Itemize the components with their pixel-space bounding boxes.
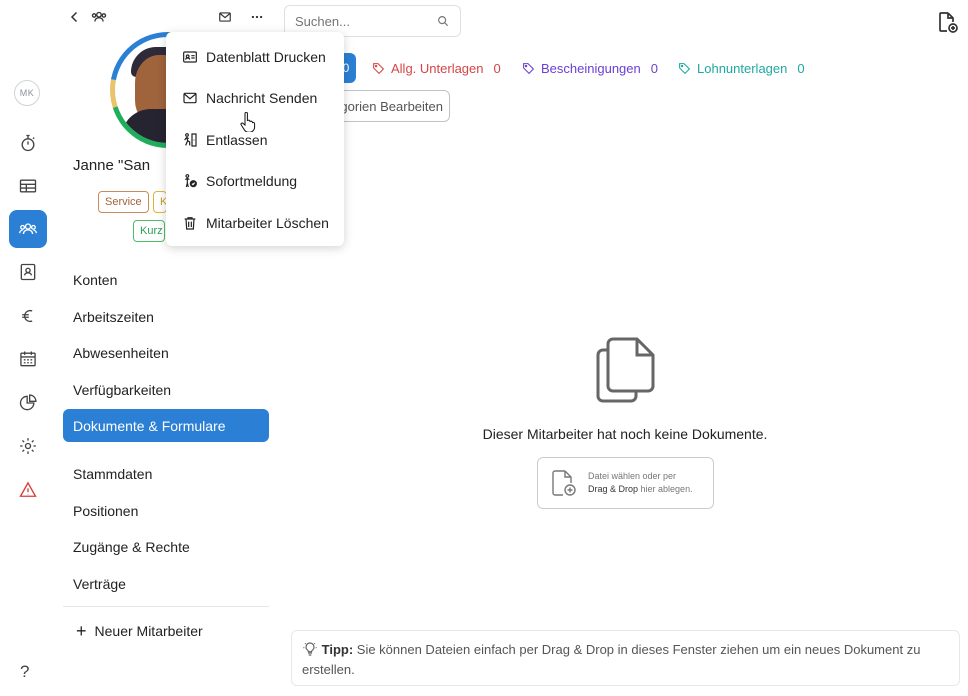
- mail-icon: [183, 92, 197, 104]
- users-icon: [19, 223, 37, 235]
- help-button[interactable]: ?: [20, 662, 29, 682]
- tag-icon: [523, 63, 535, 75]
- nav-dokumente[interactable]: Dokumente & Formulare: [63, 409, 269, 442]
- category-count: 0: [493, 61, 501, 76]
- mail-icon: [219, 12, 231, 22]
- dropzone-rest: hier ablegen.: [638, 484, 693, 494]
- exit-person-icon: [184, 132, 197, 147]
- time-tracking-nav-button[interactable]: [9, 124, 47, 162]
- nav-zugaenge[interactable]: Zugänge & Rechte: [63, 530, 269, 563]
- new-document-button[interactable]: [935, 10, 959, 34]
- category-count: 0: [797, 61, 805, 76]
- search-icon: [438, 16, 449, 27]
- tip-text: Sie können Dateien einfach per Drag & Dr…: [302, 642, 921, 677]
- category-label: Allg. Unterlagen: [391, 61, 484, 76]
- nav-abwesenheiten[interactable]: Abwesenheiten: [63, 336, 269, 369]
- nav-konten[interactable]: Konten: [63, 263, 269, 296]
- tip-label: Tipp:: [321, 642, 354, 657]
- menu-item-label: Nachricht Senden: [206, 90, 318, 107]
- category-label: Lohnunterlagen: [697, 61, 788, 76]
- file-add-icon: [552, 470, 576, 496]
- user-avatar[interactable]: MK: [14, 80, 40, 106]
- contacts-nav-button[interactable]: [9, 253, 47, 291]
- edit-categories-button[interactable]: gorien Bearbeiten: [330, 90, 450, 122]
- trash-icon: [184, 216, 196, 230]
- dropzone-line-1: Datei wählen oder per: [588, 470, 677, 481]
- empty-state-message: Dieser Mitarbeiter hat noch keine Dokume…: [482, 426, 768, 442]
- reports-nav-button[interactable]: [9, 384, 47, 422]
- tag-service: Service: [98, 191, 149, 213]
- euro-icon: [22, 309, 33, 323]
- dropzone-bold: Drag & Drop: [588, 484, 639, 494]
- file-dropzone[interactable]: Datei wählen oder per Drag & Drop hier a…: [537, 457, 714, 509]
- nav-verfuegbarkeiten[interactable]: Verfügbarkeiten: [63, 373, 269, 406]
- nav-stammdaten[interactable]: Stammdaten: [63, 457, 269, 490]
- category-allg-unterlagen[interactable]: Allg. Unterlagen 0: [372, 61, 501, 76]
- menu-item-label: Mitarbeiter Löschen: [206, 214, 329, 231]
- nav-positionen[interactable]: Positionen: [63, 494, 269, 527]
- documents-icon: [596, 337, 655, 403]
- alerts-nav-button[interactable]: [9, 471, 47, 509]
- more-options-button[interactable]: [248, 8, 266, 26]
- contact-card-icon: [20, 263, 36, 281]
- menu-item-label: Sofortmeldung: [206, 173, 298, 190]
- gear-icon: [20, 438, 36, 454]
- dropzone-line-2: Drag & Drop hier ablegen.: [588, 483, 693, 496]
- tag-icon: [373, 63, 385, 75]
- mail-button[interactable]: [216, 8, 234, 26]
- tag-contract: Kurz: [133, 220, 165, 242]
- category-label: Bescheinigungen: [541, 61, 641, 76]
- more-horizontal-icon: [251, 15, 263, 19]
- category-count: 0: [650, 61, 658, 76]
- search-input[interactable]: [295, 13, 425, 29]
- finance-nav-button[interactable]: [9, 297, 47, 335]
- calendar-icon: [20, 351, 36, 367]
- users-icon: [91, 11, 107, 22]
- stopwatch-icon: [21, 134, 35, 152]
- calendar-nav-button[interactable]: [9, 340, 47, 378]
- menu-item-delete-employee[interactable]: Mitarbeiter Löschen: [166, 202, 344, 244]
- new-employee-button[interactable]: + Neuer Mitarbeiter: [76, 622, 203, 640]
- id-card-icon: [183, 51, 197, 63]
- main-sidebar: MK ?: [0, 0, 56, 696]
- tag-icon: [679, 63, 691, 75]
- menu-item-immediate-report[interactable]: Sofortmeldung: [166, 161, 344, 203]
- file-plus-icon: [939, 12, 958, 33]
- category-bescheinigungen[interactable]: Bescheinigungen 0: [522, 61, 658, 76]
- lightbulb-icon: [303, 642, 317, 656]
- chevron-left-icon: [70, 11, 78, 23]
- table-icon: [19, 179, 37, 193]
- nav-arbeitszeiten[interactable]: Arbeitszeiten: [63, 300, 269, 333]
- employee-actions-menu: Datenblatt Drucken Nachricht Senden Entl…: [166, 32, 344, 246]
- tag-position: K: [153, 191, 167, 213]
- menu-item-label: Datenblatt Drucken: [206, 48, 326, 65]
- warning-icon: [19, 481, 37, 497]
- menu-item-label: Entlassen: [206, 131, 268, 148]
- back-to-list-button[interactable]: [66, 8, 108, 26]
- employee-name: Janne "San: [73, 157, 151, 174]
- tip-box: Tipp: Sie können Dateien einfach per Dra…: [291, 630, 960, 686]
- employees-nav-button[interactable]: [9, 210, 47, 248]
- plus-icon: +: [76, 621, 87, 641]
- dropzone-text: Datei wählen oder per Drag & Drop hier a…: [588, 470, 693, 496]
- nav-divider: [63, 606, 269, 607]
- new-employee-label: Neuer Mitarbeiter: [94, 623, 203, 639]
- schedule-nav-button[interactable]: [9, 167, 47, 205]
- category-lohnunterlagen[interactable]: Lohnunterlagen 0: [678, 61, 805, 76]
- hand-cursor-icon: [240, 112, 256, 132]
- menu-item-print-datasheet[interactable]: Datenblatt Drucken: [166, 36, 344, 78]
- pie-chart-icon: [19, 394, 37, 411]
- nav-vertraege[interactable]: Verträge: [63, 567, 269, 600]
- settings-nav-button[interactable]: [9, 427, 47, 465]
- person-check-icon: [185, 174, 197, 188]
